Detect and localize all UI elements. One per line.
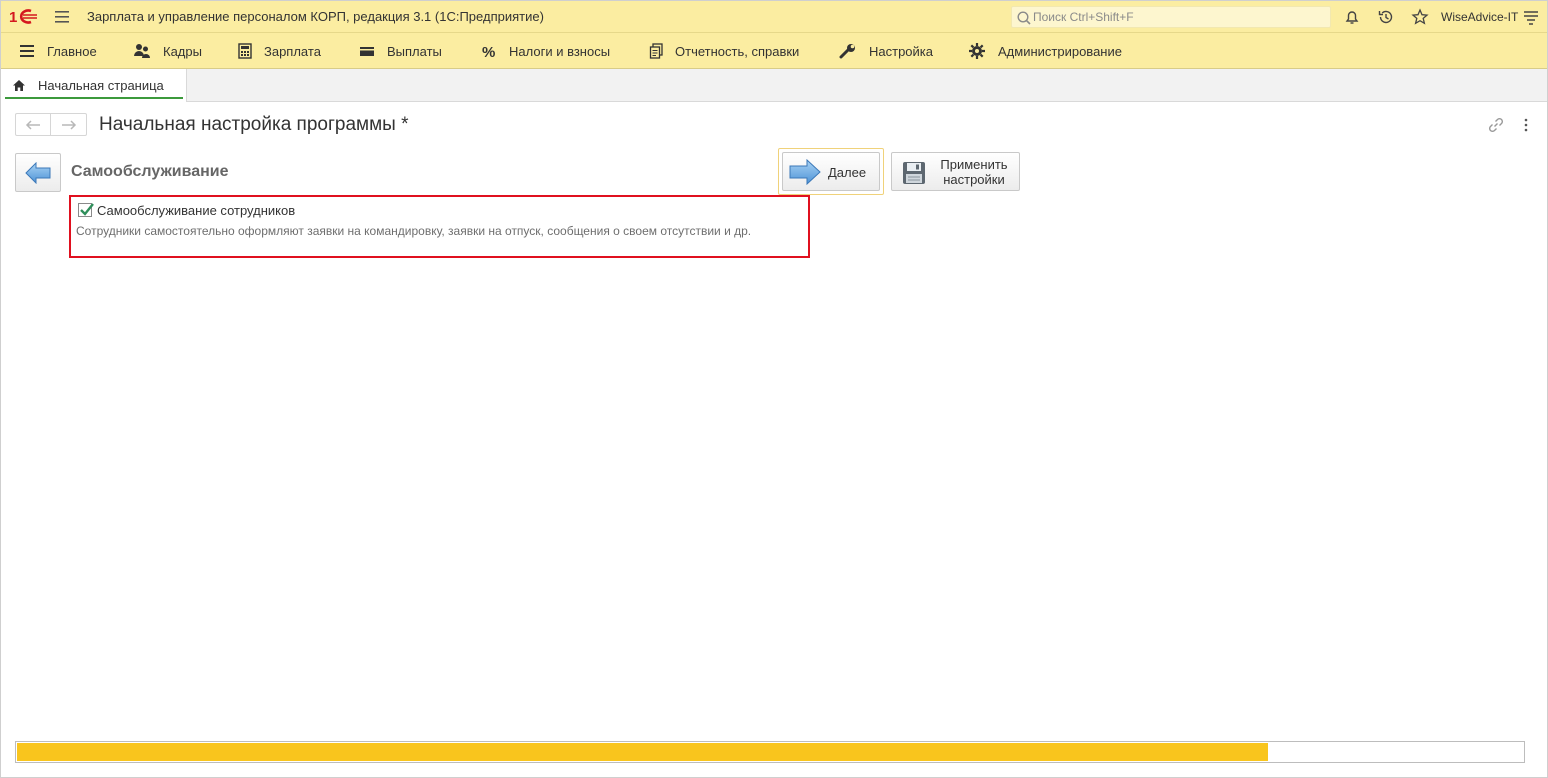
documents-icon: [649, 43, 663, 59]
tab-label: Начальная страница: [38, 78, 164, 93]
menu-item-main[interactable]: Главное: [19, 33, 97, 69]
self-service-label[interactable]: Самообслуживание сотрудников: [97, 203, 295, 218]
search-icon: [1017, 11, 1031, 25]
title-bar: 1 Зарплата и управление персоналом КОРП,…: [1, 1, 1547, 33]
percent-icon: %: [482, 44, 495, 59]
search-input[interactable]: Поиск Ctrl+Shift+F: [1011, 6, 1331, 28]
arrow-right-icon: [61, 119, 76, 130]
menu-item-settings[interactable]: Настройка: [839, 33, 933, 69]
tab-home[interactable]: Начальная страница: [1, 69, 187, 102]
menu-item-label: Отчетность, справки: [675, 43, 800, 59]
menu-item-hr[interactable]: Кадры: [133, 33, 202, 69]
menu-item-label: Настройка: [869, 43, 933, 59]
history-nav: [15, 113, 87, 136]
menu-lines-icon: [20, 45, 34, 57]
active-tab-indicator: [5, 97, 183, 99]
previous-step-button[interactable]: [15, 153, 61, 192]
apply-button-label: Применить настройки: [934, 157, 1014, 187]
star-icon[interactable]: [1411, 8, 1429, 26]
1c-logo-icon[interactable]: 1: [9, 7, 41, 27]
form-title: Начальная настройка программы *: [99, 114, 409, 135]
menu-item-taxes[interactable]: % Налоги и взносы: [481, 33, 610, 69]
svg-text:%: %: [482, 44, 495, 59]
progress-fill: [17, 743, 1268, 761]
wrench-icon: [839, 44, 855, 59]
user-name[interactable]: WiseAdvice-IT: [1441, 10, 1518, 24]
menu-item-reports[interactable]: Отчетность, справки: [649, 33, 799, 69]
back-nav-button[interactable]: [16, 114, 52, 135]
app-window: 1 Зарплата и управление персоналом КОРП,…: [0, 0, 1548, 778]
checkmark-icon: [80, 203, 94, 216]
link-icon[interactable]: [1488, 117, 1504, 133]
search-placeholder: Поиск Ctrl+Shift+F: [1033, 10, 1134, 24]
floppy-disk-icon: [903, 162, 925, 184]
next-button-label: Далее: [828, 165, 867, 180]
calculator-icon: [238, 43, 252, 59]
progress-bar: [15, 741, 1525, 763]
open-windows-bar: Начальная страница: [1, 69, 1547, 102]
apply-label-line2: настройки: [943, 172, 1005, 187]
gear-icon: [969, 43, 985, 59]
menu-item-label: Главное: [47, 43, 97, 59]
arrow-left-icon: [25, 119, 40, 130]
svg-text:1: 1: [9, 9, 17, 26]
next-button[interactable]: Далее: [782, 152, 880, 191]
apply-settings-button[interactable]: Применить настройки: [891, 152, 1020, 191]
apply-label-line1: Применить: [940, 157, 1008, 172]
menu-item-label: Выплаты: [387, 43, 442, 59]
arrow-left-icon: [25, 161, 51, 184]
settings-menu-icon[interactable]: [1522, 8, 1540, 26]
menu-item-label: Налоги и взносы: [509, 43, 611, 59]
history-icon[interactable]: [1377, 8, 1395, 26]
more-actions-icon[interactable]: [1521, 117, 1531, 133]
menu-item-label: Администрирование: [998, 43, 1122, 59]
menu-item-label: Зарплата: [264, 43, 321, 59]
section-title: Самообслуживание: [71, 163, 229, 180]
people-icon: [134, 44, 150, 58]
sections-menu: Главное Кадры Зарплата Выплаты % Налоги …: [1, 33, 1547, 69]
menu-item-label: Кадры: [163, 43, 202, 59]
menu-item-admin[interactable]: Администрирование: [968, 33, 1122, 69]
main-menu-icon[interactable]: [54, 10, 70, 24]
forward-nav-button[interactable]: [51, 114, 86, 135]
menu-item-payments[interactable]: Выплаты: [359, 33, 442, 69]
home-icon: [13, 80, 25, 91]
arrow-right-icon: [789, 159, 821, 185]
bell-icon[interactable]: [1343, 8, 1361, 26]
self-service-description: Сотрудники самостоятельно оформляют заяв…: [76, 224, 752, 238]
self-service-checkbox[interactable]: [78, 203, 94, 217]
menu-item-salary[interactable]: Зарплата: [238, 33, 321, 69]
wallet-icon: [360, 47, 374, 56]
app-title: Зарплата и управление персоналом КОРП, р…: [87, 9, 544, 24]
